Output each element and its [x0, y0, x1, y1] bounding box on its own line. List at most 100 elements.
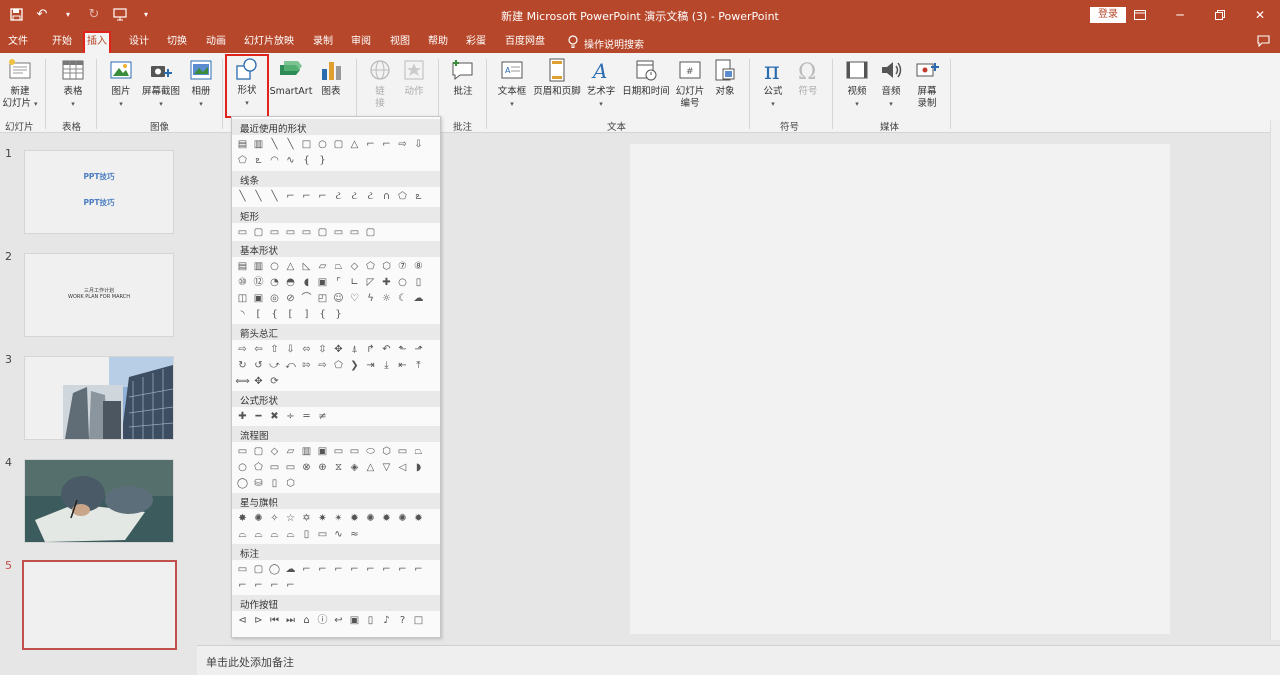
- tab-view[interactable]: 视图: [388, 34, 412, 54]
- comments-icon[interactable]: [1257, 35, 1270, 50]
- elbow-arrow-icon[interactable]: ⌐: [299, 189, 314, 204]
- link-button[interactable]: 链 接: [365, 57, 395, 110]
- connector-icon[interactable]: ○: [235, 460, 250, 475]
- line-icon[interactable]: ╲: [235, 189, 250, 204]
- arrow-line-shape-icon[interactable]: ╲: [283, 137, 298, 152]
- current-slide-canvas[interactable]: [630, 144, 1170, 634]
- heart-icon[interactable]: ♡: [347, 291, 362, 306]
- picture-button[interactable]: 图片 ▾: [105, 57, 137, 110]
- manual-operation-icon[interactable]: ⏢: [411, 444, 426, 459]
- star-10-icon[interactable]: ✹: [347, 511, 362, 526]
- wordart-button[interactable]: A 艺术字 ▾: [585, 57, 617, 110]
- action-button[interactable]: 动作: [398, 57, 430, 98]
- alternate-process-icon[interactable]: ▢: [251, 444, 266, 459]
- freeform-icon[interactable]: ⬠: [395, 189, 410, 204]
- line-callout-12-icon[interactable]: ⌐: [283, 578, 298, 593]
- action-beginning-icon[interactable]: ⏮: [267, 613, 282, 628]
- vertical-scrollbar[interactable]: [1270, 120, 1280, 640]
- hexagon-icon[interactable]: ⬡: [379, 259, 394, 274]
- star-32-icon[interactable]: ✹: [411, 511, 426, 526]
- plaque-icon[interactable]: ○: [395, 275, 410, 290]
- tab-easter-egg[interactable]: 彩蛋: [464, 34, 488, 54]
- delay-icon[interactable]: ◗: [411, 460, 426, 475]
- left-right-arrow-callout-icon[interactable]: ⟺: [235, 374, 250, 389]
- header-footer-button[interactable]: 页眉和页脚: [530, 57, 584, 98]
- curved-left-arrow-icon[interactable]: ↺: [251, 358, 266, 373]
- process-icon[interactable]: ▭: [235, 444, 250, 459]
- down-arrow-callout-icon[interactable]: ⤓: [379, 358, 394, 373]
- explosion-1-icon[interactable]: ✸: [235, 511, 250, 526]
- elbow-arrow-icon[interactable]: ⌐: [379, 137, 394, 152]
- elbow-connector-icon[interactable]: ⌐: [363, 137, 378, 152]
- left-right-arrow-icon[interactable]: ⬄: [299, 342, 314, 357]
- curved-connector-icon[interactable]: ટ: [331, 189, 346, 204]
- action-sound-icon[interactable]: ♪: [379, 613, 394, 628]
- curved-up-arrow-icon[interactable]: ⤻: [267, 358, 282, 373]
- notched-right-arrow-icon[interactable]: ⇨: [315, 358, 330, 373]
- action-home-icon[interactable]: ⌂: [299, 613, 314, 628]
- line-callout-9-icon[interactable]: ⌐: [235, 578, 250, 593]
- slide-number-button[interactable]: # 幻灯片 编号: [673, 57, 707, 110]
- merge-icon[interactable]: ▽: [379, 460, 394, 475]
- shapes-button[interactable]: 形状 ▾: [225, 54, 269, 118]
- no-symbol-icon[interactable]: ⊘: [283, 291, 298, 306]
- teardrop-icon[interactable]: ◖: [299, 275, 314, 290]
- slide-thumb-2[interactable]: 三月工作计划 WORK PLAN FOR MARCH: [24, 253, 174, 337]
- pie-icon[interactable]: ◔: [267, 275, 282, 290]
- chevron-icon[interactable]: ❯: [347, 358, 362, 373]
- round-same-side-icon[interactable]: ▭: [347, 225, 362, 240]
- textbox-shape-icon[interactable]: ▤: [235, 137, 250, 152]
- multiply-icon[interactable]: ✖: [267, 409, 282, 424]
- manual-input-icon[interactable]: ▭: [395, 444, 410, 459]
- close-icon[interactable]: ✕: [1240, 0, 1280, 30]
- star-24-icon[interactable]: ✺: [395, 511, 410, 526]
- line-callout-6-icon[interactable]: ⌐: [379, 562, 394, 577]
- datetime-button[interactable]: 日期和时间: [619, 57, 673, 98]
- chart-button[interactable]: 图表: [316, 57, 346, 98]
- snip-single-corner-icon[interactable]: ▭: [267, 225, 282, 240]
- tab-help[interactable]: 帮助: [426, 34, 450, 54]
- curve-icon[interactable]: ∿: [283, 153, 298, 168]
- snip-round-icon[interactable]: ▢: [315, 225, 330, 240]
- elbow-connector-icon[interactable]: ⌐: [283, 189, 298, 204]
- rounded-rect-shape-icon[interactable]: ▢: [331, 137, 346, 152]
- sun-icon[interactable]: ☼: [379, 291, 394, 306]
- up-arrow-icon[interactable]: ⇧: [267, 342, 282, 357]
- minimize-icon[interactable]: ─: [1160, 0, 1200, 30]
- action-end-icon[interactable]: ⏭: [283, 613, 298, 628]
- decagon-icon[interactable]: ⑩: [235, 275, 250, 290]
- off-page-connector-icon[interactable]: ⬠: [251, 460, 266, 475]
- donut-icon[interactable]: ◎: [267, 291, 282, 306]
- tab-baidu-netdisk[interactable]: 百度网盘: [503, 34, 547, 54]
- line-shape-icon[interactable]: ╲: [267, 137, 282, 152]
- curved-ribbon-up-icon[interactable]: ⌓: [267, 527, 282, 542]
- frame-icon[interactable]: ▣: [315, 275, 330, 290]
- right-triangle-icon[interactable]: ◺: [299, 259, 314, 274]
- rect-callout-icon[interactable]: ▭: [235, 562, 250, 577]
- tell-me-search[interactable]: 操作说明搜索: [568, 35, 644, 51]
- double-wave-icon[interactable]: ≈: [347, 527, 362, 542]
- line-callout-3-icon[interactable]: ⌐: [331, 562, 346, 577]
- symbol-button[interactable]: Ω 符号: [792, 57, 824, 98]
- audio-button[interactable]: 音频 ▾: [876, 57, 906, 110]
- explosion-2-icon[interactable]: ✺: [251, 511, 266, 526]
- equal-icon[interactable]: ═: [299, 409, 314, 424]
- table-button[interactable]: 表格 ▾: [55, 57, 91, 110]
- striped-right-arrow-icon[interactable]: ⇰: [299, 358, 314, 373]
- elbow-double-arrow-icon[interactable]: ⌐: [315, 189, 330, 204]
- tab-slideshow[interactable]: 幻灯片放映: [242, 34, 296, 54]
- internal-storage-icon[interactable]: ▣: [315, 444, 330, 459]
- double-brace-icon[interactable]: {: [267, 307, 282, 322]
- up-arrow-callout-icon[interactable]: ⤒: [411, 358, 426, 373]
- slide-thumb-4[interactable]: [24, 459, 174, 543]
- folded-corner-icon[interactable]: ◰: [315, 291, 330, 306]
- up-down-arrow-icon[interactable]: ⇳: [315, 342, 330, 357]
- scribble-icon[interactable]: ఽ: [251, 153, 266, 168]
- snip-same-side-icon[interactable]: ▭: [283, 225, 298, 240]
- slide-thumb-3[interactable]: [24, 356, 174, 440]
- oval-shape-icon[interactable]: ○: [315, 137, 330, 152]
- tab-design[interactable]: 设计: [127, 34, 151, 54]
- action-movie-icon[interactable]: ▣: [347, 613, 362, 628]
- smartart-button[interactable]: SmartArt: [268, 57, 314, 98]
- line-callout-4-icon[interactable]: ⌐: [347, 562, 362, 577]
